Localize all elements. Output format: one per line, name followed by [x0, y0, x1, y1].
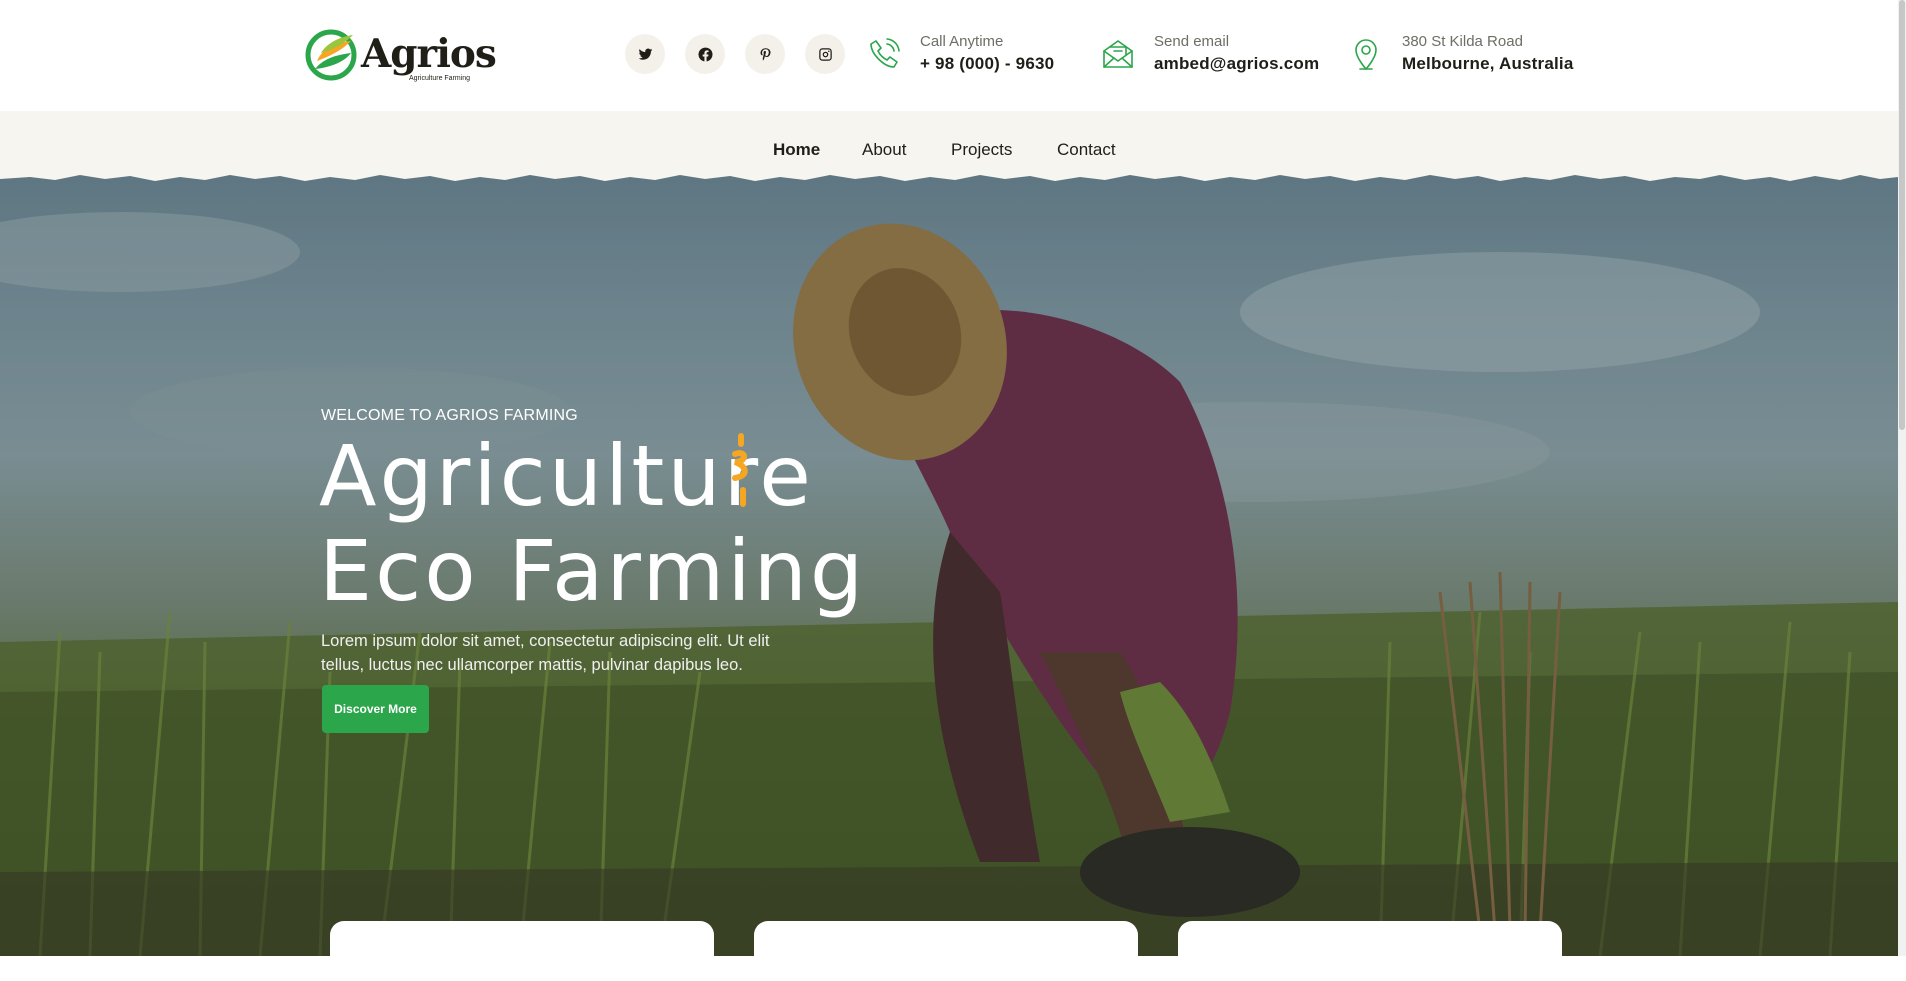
nav-projects[interactable]: Projects: [951, 140, 1012, 160]
nav-contact[interactable]: Contact: [1057, 140, 1116, 160]
pinterest-icon: [760, 47, 770, 60]
hero-subtitle: WELCOME TO AGRIOS FARMING: [321, 407, 578, 424]
brand-name: Agrios: [361, 31, 497, 77]
instagram-button[interactable]: [805, 34, 845, 74]
hero-title-line-2: Eco Farming: [319, 522, 867, 620]
phone-number[interactable]: + 98 (000) - 9630: [920, 52, 1054, 76]
pinterest-button[interactable]: [745, 34, 785, 74]
email-address[interactable]: ambed@agrios.com: [1154, 52, 1319, 76]
feature-card[interactable]: [754, 921, 1138, 981]
hero-section: [0, 172, 1898, 956]
nav-about[interactable]: About: [862, 140, 906, 160]
twitter-icon: [638, 48, 652, 60]
logo-leaf-icon: [305, 29, 357, 81]
address-city: Melbourne, Australia: [1402, 54, 1574, 73]
twitter-button[interactable]: [625, 34, 665, 74]
top-header: Agrios Agriculture Farming Call Anytime …: [0, 0, 1906, 111]
squiggle-decoration-icon: [732, 433, 748, 507]
contact-email[interactable]: Send email ambed@agrios.com: [1100, 32, 1319, 76]
phone-label: Call Anytime: [920, 33, 1004, 50]
feature-card[interactable]: [330, 921, 714, 981]
logo[interactable]: Agrios Agriculture Farming: [305, 27, 497, 82]
brand-tagline: Agriculture Farming: [409, 75, 471, 82]
phone-icon: [870, 38, 900, 68]
scrollbar-thumb[interactable]: [1899, 0, 1905, 430]
facebook-icon: [697, 47, 713, 61]
location-icon: [1355, 39, 1377, 70]
nav-home[interactable]: Home: [773, 140, 820, 160]
email-label: Send email: [1154, 33, 1230, 50]
contact-phone[interactable]: Call Anytime + 98 (000) - 9630: [866, 32, 1054, 76]
feature-card[interactable]: [1178, 921, 1562, 981]
address-street: 380 St Kilda Road: [1402, 33, 1523, 50]
contact-address[interactable]: 380 St Kilda Road Melbourne, Australia: [1348, 32, 1574, 76]
instagram-icon: [818, 47, 832, 61]
mail-icon: [1103, 40, 1133, 68]
hero-background-image: [0, 172, 1898, 956]
hero-description: Lorem ipsum dolor sit amet, consectetur …: [321, 632, 770, 674]
facebook-button[interactable]: [685, 34, 725, 74]
discover-more-button[interactable]: Discover More: [322, 685, 429, 733]
torn-edge-divider: [0, 165, 1898, 181]
